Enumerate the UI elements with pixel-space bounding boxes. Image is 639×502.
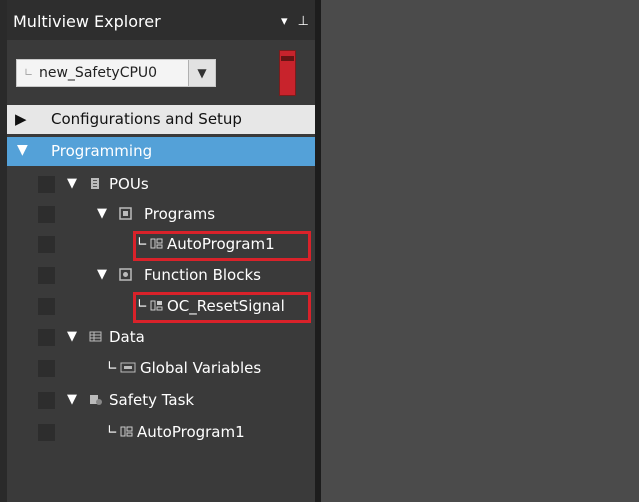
collapse-arrow-icon[interactable]: ▼ (67, 176, 77, 191)
tree-item-label: POUs (109, 175, 149, 193)
selection-checkbox[interactable] (38, 392, 55, 409)
device-status-indicator (279, 50, 296, 96)
variable-icon (120, 362, 136, 373)
tree-item-function-blocks[interactable]: ▼ Function Blocks (7, 261, 315, 290)
tree-branch-line: ∟ (107, 359, 118, 374)
dropdown-triangle-icon[interactable]: ▾ (281, 14, 288, 29)
collapse-arrow-icon[interactable]: ▼ (67, 329, 77, 344)
collapse-arrow-icon[interactable]: ▼ (17, 142, 28, 158)
pou-icon (91, 178, 99, 189)
tree-item-label: Safety Task (109, 391, 195, 409)
tree-item-pous[interactable]: ▼ POUs (7, 170, 315, 199)
task-icon (90, 395, 102, 405)
panel-titlebar: Multiview Explorer ▾ ⊥ (7, 0, 315, 40)
data-table-icon (89, 331, 102, 342)
section-configurations-and-setup[interactable]: ▶ Configurations and Setup (7, 105, 315, 134)
editor-area (321, 0, 639, 502)
selection-checkbox[interactable] (38, 329, 55, 346)
panel-title: Multiview Explorer (13, 12, 161, 31)
tree-item-programs[interactable]: ▼ Programs (7, 200, 315, 229)
tree-branch-line: ∟ (107, 423, 118, 438)
section-programming[interactable]: ▼ Programming (7, 137, 315, 166)
selection-checkbox[interactable] (38, 206, 55, 223)
tree-item-safety-task-autoprogram1[interactable]: ∟ AutoProgram1 (7, 418, 315, 447)
section-label: Configurations and Setup (51, 110, 242, 128)
panel-left-border (0, 0, 7, 502)
section-label: Programming (51, 142, 153, 160)
tree-item-global-variables[interactable]: ∟ Global Variables (7, 354, 315, 383)
pin-icon[interactable]: ⊥ (298, 14, 309, 29)
device-selector[interactable]: ∟ new_SafetyCPU0 ▼ (16, 59, 216, 87)
highlight-box-autoprogram1 (133, 231, 311, 261)
selection-checkbox[interactable] (38, 298, 55, 315)
selection-checkbox[interactable] (38, 176, 55, 193)
tree-item-data[interactable]: ▼ Data (7, 323, 315, 352)
selection-checkbox[interactable] (38, 236, 55, 253)
collapse-arrow-icon[interactable]: ▼ (97, 267, 107, 282)
programs-folder-icon (119, 207, 132, 220)
tree-item-label: Programs (144, 205, 216, 223)
tree-item-label: AutoProgram1 (137, 423, 245, 441)
highlight-box-oc-resetsignal (133, 292, 311, 323)
program-icon (120, 426, 133, 437)
tree-item-label: Global Variables (140, 359, 262, 377)
tree-item-safety-task[interactable]: ▼ Safety Task (7, 386, 315, 415)
selection-checkbox[interactable] (38, 360, 55, 377)
multiview-explorer-panel: Multiview Explorer ▾ ⊥ ∟ new_SafetyCPU0 … (0, 0, 321, 502)
selection-checkbox[interactable] (38, 267, 55, 284)
device-selector-value: new_SafetyCPU0 (39, 65, 158, 81)
collapse-arrow-icon[interactable]: ▼ (97, 206, 107, 221)
expand-arrow-icon[interactable]: ▶ (15, 110, 27, 128)
panel-controls: ▾ ⊥ (275, 14, 309, 29)
function-blocks-folder-icon (119, 268, 132, 281)
collapse-arrow-icon[interactable]: ▼ (67, 392, 77, 407)
selection-checkbox[interactable] (38, 424, 55, 441)
tree-item-label: Function Blocks (144, 266, 261, 284)
chevron-down-icon[interactable]: ▼ (188, 60, 215, 86)
tree-item-label: Data (109, 328, 145, 346)
device-selector-prefix: ∟ (24, 66, 34, 79)
